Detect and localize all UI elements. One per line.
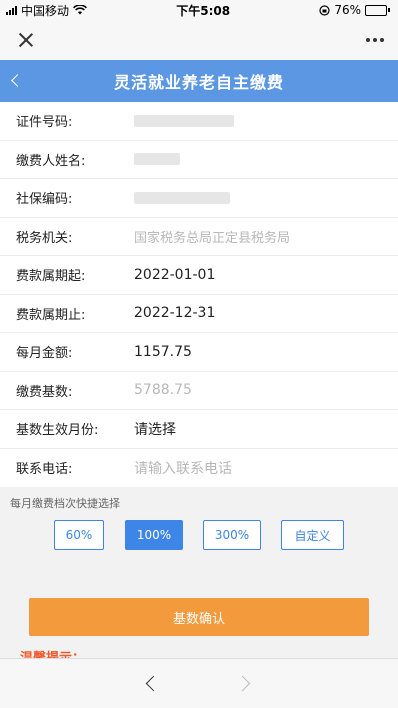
form-row-tax-authority: 税务机关: 国家税务总局正定县税务局 xyxy=(0,218,398,256)
page-header: 灵活就业养老自主缴费 xyxy=(0,60,398,102)
page-title: 灵活就业养老自主缴费 xyxy=(113,73,284,92)
form-row-id-number: 证件号码: xyxy=(0,102,398,141)
field-label: 证件号码: xyxy=(16,115,73,131)
battery-percent: 76% xyxy=(334,3,361,17)
monthly-amount-value: 1157.75 xyxy=(134,343,192,360)
field-label: 缴费基数: xyxy=(16,384,73,400)
clock: 下午5:08 xyxy=(176,3,231,18)
quick-select-title: 每月缴费档次快捷选择 xyxy=(10,497,120,510)
form-row-period-start[interactable]: 费款属期起: 2022-01-01 xyxy=(0,256,398,295)
form-row-payment-base: 缴费基数: 5788.75 xyxy=(0,372,398,410)
period-start-value[interactable]: 2022-01-01 xyxy=(134,267,215,283)
nav-forward-icon[interactable] xyxy=(238,676,252,690)
redacted-payer-name xyxy=(134,153,180,166)
redacted-id-number xyxy=(134,114,234,127)
payment-form: 证件号码: 缴费人姓名: 社保编码: 税务机关: 国家税务总局正定县税务局 费款… xyxy=(0,102,398,487)
status-bar: 中国移动 下午5:08 76% xyxy=(0,0,398,20)
carrier-label: 中国移动 xyxy=(21,3,70,18)
status-right: 76% xyxy=(319,3,390,17)
form-row-social-security-code: 社保编码: xyxy=(0,179,398,218)
field-label: 基数生效月份: xyxy=(16,423,99,439)
field-label: 费款属期止: xyxy=(16,307,86,323)
field-label: 每月金额: xyxy=(16,346,73,362)
confirm-base-button[interactable]: 基数确认 xyxy=(29,598,369,636)
phone-input[interactable]: 请输入联系电话 xyxy=(134,458,232,478)
browser-bottom-nav xyxy=(0,658,398,708)
nav-back-icon[interactable] xyxy=(145,676,159,690)
form-row-payer-name: 缴费人姓名: xyxy=(0,141,398,179)
quick-select-panel: 每月缴费档次快捷选择 60% 100% 300% 自定义 xyxy=(0,487,398,595)
field-label: 联系电话: xyxy=(16,462,73,478)
period-end-value[interactable]: 2022-12-31 xyxy=(134,305,215,321)
payment-base-value: 5788.75 xyxy=(134,382,192,399)
more-options-icon[interactable] xyxy=(366,32,384,48)
wifi-icon xyxy=(73,5,87,15)
webview-toolbar xyxy=(0,20,398,60)
option-100-button[interactable]: 100% xyxy=(125,520,183,550)
signal-icon xyxy=(6,5,17,15)
status-left: 中国移动 xyxy=(6,2,87,19)
field-label: 缴费人姓名: xyxy=(16,153,86,169)
form-row-phone[interactable]: 联系电话: 请输入联系电话 xyxy=(0,449,398,488)
form-row-monthly-amount: 每月金额: 1157.75 xyxy=(0,333,398,372)
tax-authority-value: 国家税务总局正定县税务局 xyxy=(134,230,291,246)
field-label: 税务机关: xyxy=(16,230,73,246)
form-row-period-end[interactable]: 费款属期止: 2022-12-31 xyxy=(0,295,398,333)
form-row-effective-month[interactable]: 基数生效月份: 请选择 xyxy=(0,410,398,449)
option-custom-button[interactable]: 自定义 xyxy=(281,520,344,550)
back-icon[interactable] xyxy=(10,73,20,87)
effective-month-select[interactable]: 请选择 xyxy=(134,419,176,439)
redacted-social-security-code xyxy=(134,191,230,204)
option-300-button[interactable]: 300% xyxy=(203,520,261,550)
field-label: 费款属期起: xyxy=(16,269,86,285)
option-60-button[interactable]: 60% xyxy=(54,520,104,550)
battery-icon xyxy=(364,4,390,16)
close-icon[interactable] xyxy=(16,30,36,50)
orientation-lock-icon xyxy=(319,4,330,16)
field-label: 社保编码: xyxy=(16,192,73,208)
